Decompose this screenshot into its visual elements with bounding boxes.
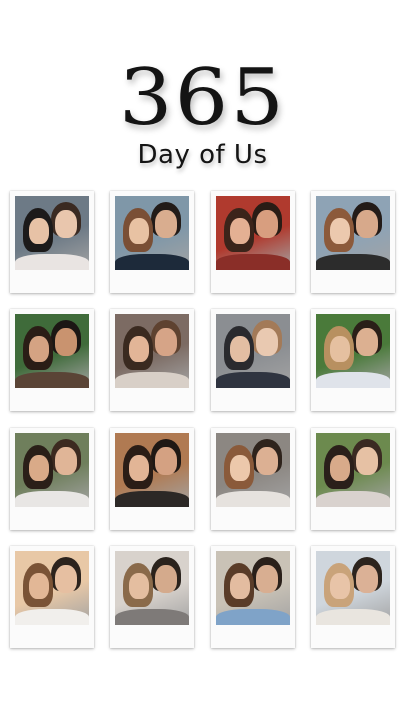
polaroid-card[interactable] (211, 191, 295, 293)
couple-photo-16 (316, 551, 390, 625)
couple-photo-06 (115, 314, 189, 388)
polaroid-card[interactable] (311, 191, 395, 293)
couple-photo-13 (15, 551, 89, 625)
polaroid-card[interactable] (110, 546, 194, 648)
polaroid-card[interactable] (211, 428, 295, 530)
couple-photo-08 (316, 314, 390, 388)
couple-photo-14 (115, 551, 189, 625)
couple-photo-12 (316, 433, 390, 507)
polaroid-card[interactable] (110, 191, 194, 293)
couple-photo-03 (216, 196, 290, 270)
couple-photo-10 (115, 433, 189, 507)
couple-photo-11 (216, 433, 290, 507)
couple-photo-09 (15, 433, 89, 507)
polaroid-card[interactable] (211, 546, 295, 648)
polaroid-card[interactable] (311, 309, 395, 411)
polaroid-grid (0, 0, 405, 720)
polaroid-card[interactable] (211, 309, 295, 411)
couple-photo-01 (15, 196, 89, 270)
couple-photo-02 (115, 196, 189, 270)
polaroid-card[interactable] (10, 309, 94, 411)
couple-photo-05 (15, 314, 89, 388)
polaroid-card[interactable] (10, 191, 94, 293)
couple-photo-15 (216, 551, 290, 625)
polaroid-card[interactable] (10, 546, 94, 648)
polaroid-card[interactable] (10, 428, 94, 530)
polaroid-card[interactable] (311, 546, 395, 648)
couple-photo-04 (316, 196, 390, 270)
polaroid-card[interactable] (110, 309, 194, 411)
couple-photo-07 (216, 314, 290, 388)
polaroid-card[interactable] (110, 428, 194, 530)
polaroid-card[interactable] (311, 428, 395, 530)
